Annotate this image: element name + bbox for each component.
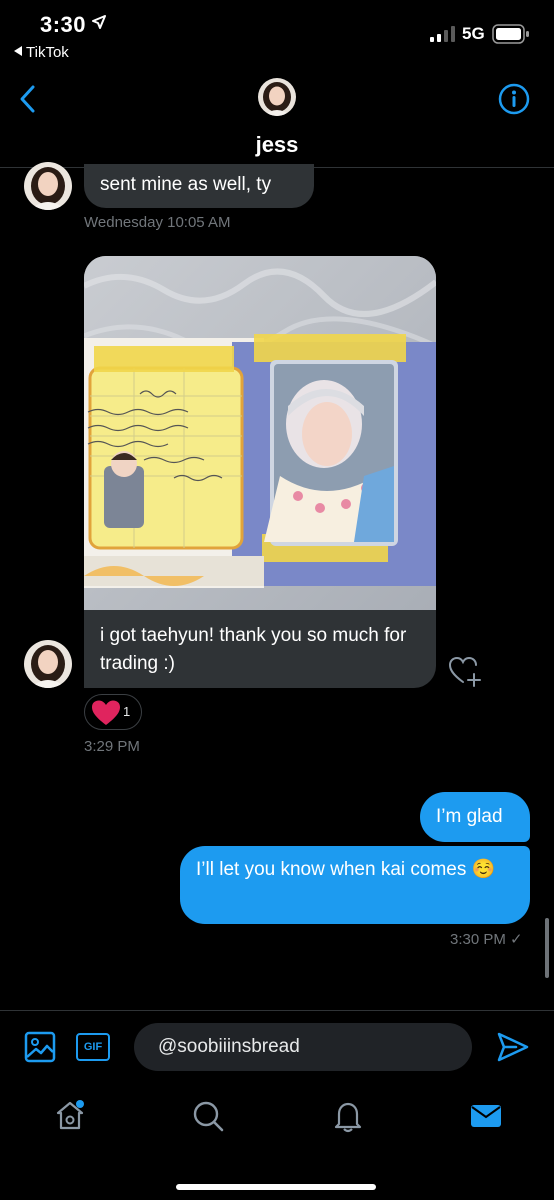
sender-avatar[interactable] xyxy=(24,640,72,688)
home-indicator xyxy=(176,1184,376,1190)
add-reaction-icon[interactable] xyxy=(448,656,482,688)
sender-avatar[interactable] xyxy=(24,162,72,210)
chevron-left-icon[interactable] xyxy=(16,84,40,114)
message-timestamp: 3:30 PM ✓ xyxy=(450,931,523,948)
incoming-message[interactable]: sent mine as well, ty xyxy=(84,164,314,208)
network-type: 5G xyxy=(462,24,485,43)
location-arrow-icon xyxy=(92,15,106,29)
mail-icon[interactable] xyxy=(468,1098,504,1134)
message-composer: GIF xyxy=(0,1010,554,1084)
back-app-label: TikTok xyxy=(26,44,69,61)
back-to-app-link[interactable]: TikTok xyxy=(14,44,69,61)
outgoing-message[interactable]: I’ll let you know when kai comes ☺️ xyxy=(180,846,530,924)
heart-icon xyxy=(92,700,120,725)
contact-avatar[interactable] xyxy=(258,78,296,116)
home-icon[interactable] xyxy=(52,1098,88,1134)
message-timestamp: Wednesday 10:05 AM xyxy=(84,214,231,231)
contact-name: jess xyxy=(255,132,299,157)
message-photo[interactable] xyxy=(84,256,436,610)
status-bar: 3:30 TikTok 5G xyxy=(0,0,554,70)
conversation-header: jess xyxy=(0,70,554,168)
bell-icon[interactable] xyxy=(330,1098,366,1134)
status-time: 3:30 xyxy=(40,12,87,37)
send-icon[interactable] xyxy=(496,1031,530,1063)
search-icon[interactable] xyxy=(190,1098,226,1134)
incoming-message[interactable]: i got taehyun! thank you so much for tra… xyxy=(84,610,436,688)
signal-icon xyxy=(430,26,455,42)
battery-icon xyxy=(492,24,529,44)
gif-button[interactable]: GIF xyxy=(76,1033,110,1061)
image-icon[interactable] xyxy=(24,1031,56,1063)
outgoing-message[interactable]: I’m glad xyxy=(420,792,530,842)
message-input[interactable] xyxy=(134,1023,472,1071)
back-triangle-icon xyxy=(14,46,22,56)
info-icon[interactable] xyxy=(498,83,530,115)
reaction-badge[interactable]: 1 xyxy=(84,694,142,730)
message-timestamp: 3:29 PM xyxy=(84,738,140,755)
scrollbar[interactable] xyxy=(545,918,549,978)
reaction-count: 1 xyxy=(123,704,131,719)
tab-bar xyxy=(0,1084,554,1200)
